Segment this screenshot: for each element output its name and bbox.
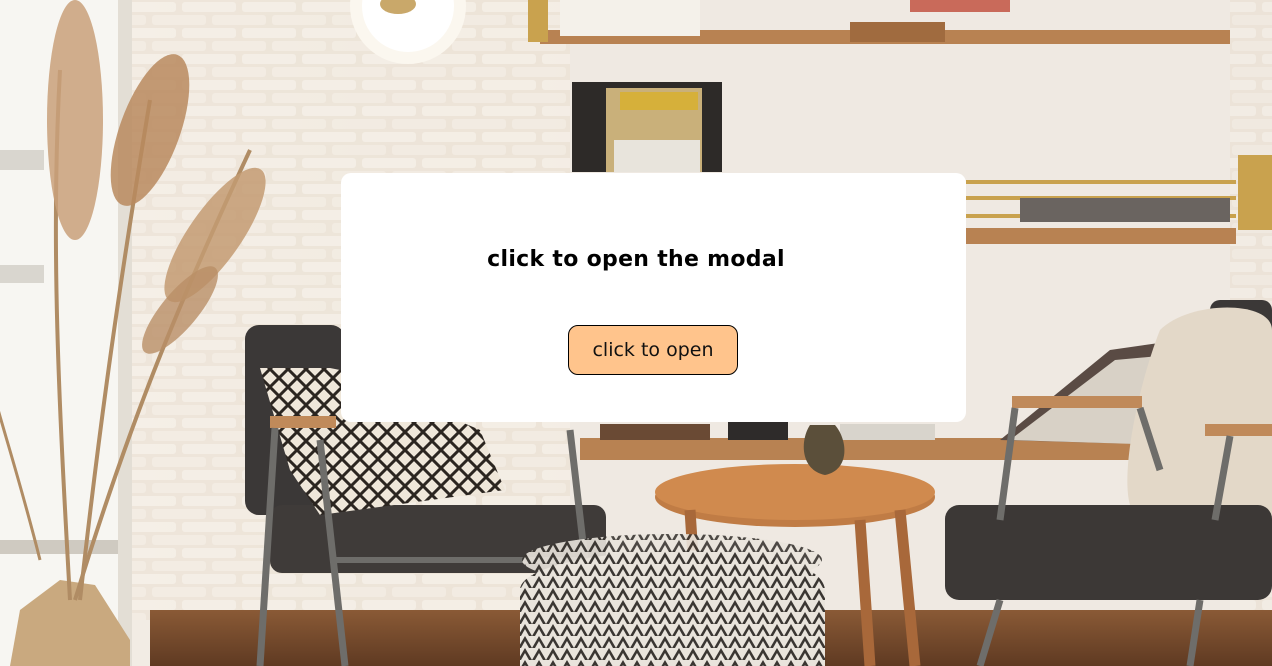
open-modal-button[interactable]: click to open xyxy=(568,325,738,375)
card-title: click to open the modal xyxy=(487,247,785,272)
modal-launcher-card xyxy=(341,173,966,422)
